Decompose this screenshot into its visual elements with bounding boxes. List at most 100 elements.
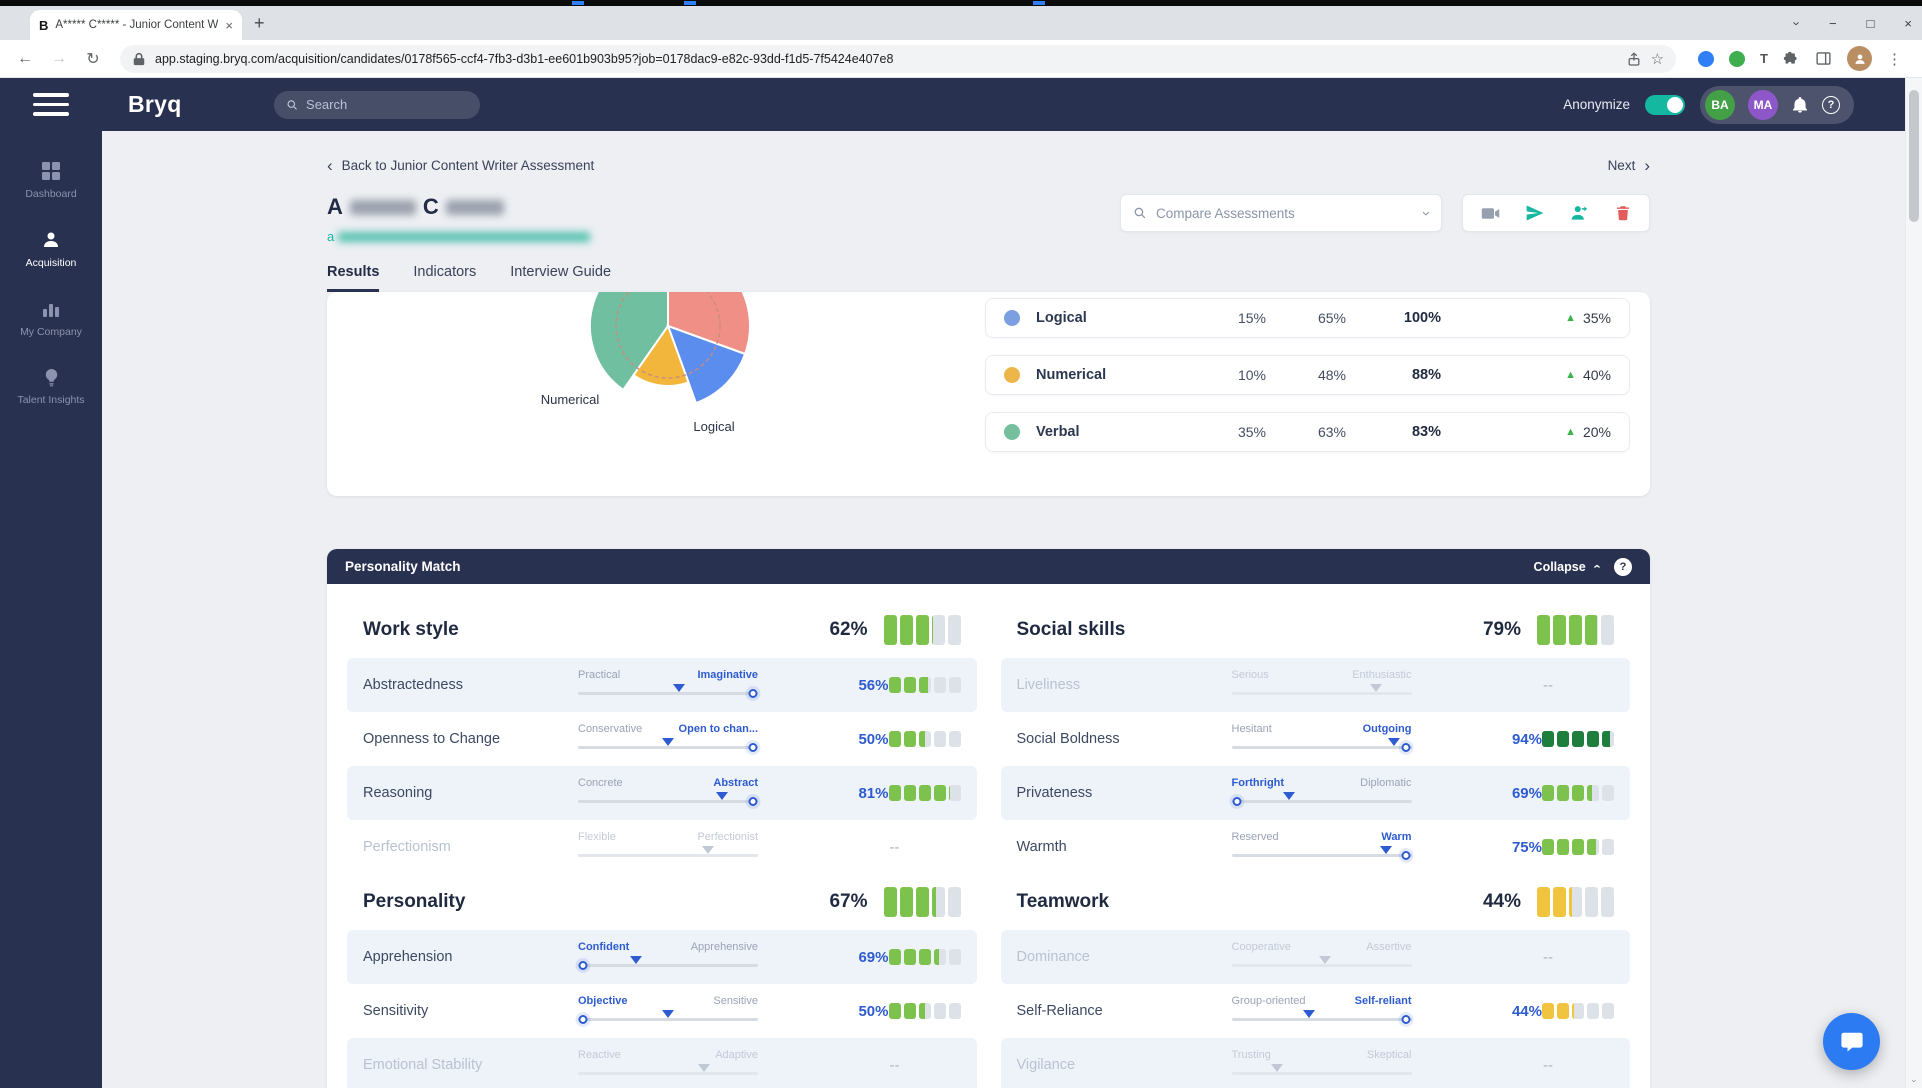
back-breadcrumb[interactable]: ‹ Back to Junior Content Writer Assessme… xyxy=(327,157,594,174)
trait-left-label: Serious xyxy=(1231,668,1269,681)
sidebar-item-label: My Company xyxy=(20,326,82,338)
match-bar-segment xyxy=(903,677,916,693)
trait-row: Liveliness Serious Enthusiastic -- xyxy=(1000,658,1630,712)
score-row: Numerical 10% 48% 88% ▲ 40% xyxy=(985,355,1630,395)
sidebar-item-dashboard[interactable]: Dashboard xyxy=(0,161,102,200)
user-pill: BA MA ? xyxy=(1700,85,1854,124)
section-bars xyxy=(1537,887,1614,917)
trait-right-label: Outgoing xyxy=(1362,722,1412,735)
slider-track xyxy=(578,963,758,967)
trait-bars xyxy=(1542,731,1614,747)
browser-back-icon[interactable]: ← xyxy=(10,50,40,68)
match-bar-segment xyxy=(948,785,961,801)
intercom-chat-launcher[interactable] xyxy=(1823,1013,1880,1070)
match-bar-segment xyxy=(1557,839,1569,855)
browser-tab[interactable]: B A***** C***** - Junior Content W × xyxy=(30,10,242,40)
extension-icon-blue[interactable] xyxy=(1698,50,1715,67)
window-close-icon[interactable]: × xyxy=(1904,16,1912,31)
extension-icon-green[interactable] xyxy=(1729,50,1746,67)
match-bar-segment xyxy=(883,615,897,645)
match-bar-segment xyxy=(888,731,901,747)
tab-results[interactable]: Results xyxy=(327,264,380,292)
next-candidate-button[interactable]: Next › xyxy=(1608,157,1650,174)
tab-search-icon[interactable]: › xyxy=(1789,21,1804,25)
personality-section-header: Work style 62% xyxy=(347,602,977,658)
browser-profile-avatar[interactable] xyxy=(1847,46,1872,71)
slider-track xyxy=(1231,799,1412,803)
trait-slider: Reserved Warm xyxy=(1231,831,1412,864)
send-assessment-button[interactable] xyxy=(1525,203,1545,223)
avatar[interactable]: BA xyxy=(1705,89,1735,120)
extension-icon-t[interactable]: T xyxy=(1760,51,1768,66)
extensions-puzzle-icon[interactable] xyxy=(1783,50,1800,67)
sidebar-item-talent-insights[interactable]: Talent Insights xyxy=(0,368,102,406)
match-bar-segment xyxy=(888,1003,901,1019)
match-bar-segment xyxy=(1542,731,1554,747)
compare-assessments-dropdown[interactable]: Compare Assessments › xyxy=(1120,194,1442,232)
score-value-3: 83% xyxy=(1411,424,1441,440)
back-chevron-icon: ‹ xyxy=(327,156,333,175)
trait-row: Self-Reliance Group-oriented Self-relian… xyxy=(1001,984,1631,1038)
hamburger-menu-icon[interactable] xyxy=(0,78,102,131)
anonymize-toggle[interactable] xyxy=(1645,94,1685,115)
help-icon[interactable]: ? xyxy=(1822,95,1840,114)
window-maximize-icon[interactable]: □ xyxy=(1867,16,1875,31)
trait-slider: Trusting Skeptical xyxy=(1231,1049,1412,1082)
tab-interview-guide[interactable]: Interview Guide xyxy=(510,264,611,292)
section-score: 62% xyxy=(829,619,868,640)
address-bar[interactable]: app.staging.bryq.com/acquisition/candida… xyxy=(120,44,1677,73)
notifications-bell-icon[interactable] xyxy=(1791,96,1809,114)
search-input[interactable] xyxy=(306,97,468,112)
trait-right-label: Self-reliant xyxy=(1354,994,1412,1007)
tab-close-icon[interactable]: × xyxy=(225,19,233,32)
match-bar-segment xyxy=(1585,615,1598,645)
brand-logo[interactable]: Bryq xyxy=(128,91,182,118)
trait-right-label: Apprehensive xyxy=(690,940,758,953)
trait-row: Abstractedness Practical Imaginative 56% xyxy=(347,658,977,712)
score-value-2: 48% xyxy=(1317,367,1346,383)
browser-menu-icon[interactable]: ⋮ xyxy=(1887,50,1902,68)
trait-row: Reasoning Concrete Abstract 81% xyxy=(347,766,977,820)
trait-name: Abstractedness xyxy=(363,677,463,693)
match-bar-segment xyxy=(918,1003,931,1019)
bookmark-star-icon[interactable]: ☆ xyxy=(1651,50,1664,68)
slider-track xyxy=(1231,691,1412,695)
trait-row: Warmth Reserved Warm 75% xyxy=(1001,820,1631,874)
browser-forward-icon[interactable]: → xyxy=(44,50,74,68)
trait-bars xyxy=(1542,1003,1614,1019)
global-search[interactable] xyxy=(273,90,480,119)
candidate-marker xyxy=(701,845,714,854)
lock-icon xyxy=(133,52,145,65)
page-scrollbar[interactable]: › xyxy=(1905,78,1922,1088)
sidebar-item-my-company[interactable]: My Company xyxy=(0,299,102,338)
target-marker xyxy=(748,796,758,806)
delete-candidate-button[interactable] xyxy=(1614,204,1632,222)
sidebar-item-acquisition[interactable]: Acquisition xyxy=(0,230,102,269)
score-value-2: 63% xyxy=(1317,424,1346,440)
browser-reload-icon[interactable]: ↻ xyxy=(78,49,108,69)
candidate-first-initial: A xyxy=(327,194,343,219)
scrollbar-thumb[interactable] xyxy=(1909,90,1919,222)
new-tab-button[interactable]: + xyxy=(254,13,265,34)
browser-toolbar: ← → ↻ app.staging.bryq.com/acquisition/c… xyxy=(0,40,1922,78)
compare-placeholder: Compare Assessments xyxy=(1156,205,1295,221)
window-minimize-icon[interactable]: − xyxy=(1829,16,1837,31)
share-icon[interactable] xyxy=(1626,51,1642,67)
collapse-button[interactable]: Collapse › xyxy=(1534,559,1604,574)
match-bar-segment xyxy=(1587,839,1599,855)
video-interview-button[interactable] xyxy=(1480,203,1501,224)
tab-indicators[interactable]: Indicators xyxy=(413,264,476,292)
score-name: Logical xyxy=(1036,310,1087,326)
reassign-candidate-button[interactable] xyxy=(1569,203,1590,224)
trait-right-label: Perfectionist xyxy=(697,830,758,843)
trait-value: -- xyxy=(1543,1056,1553,1074)
match-bar-segment xyxy=(948,949,961,965)
trait-slider: Hesitant Outgoing xyxy=(1231,722,1412,756)
side-panel-icon[interactable] xyxy=(1815,50,1832,67)
personality-help-icon[interactable]: ? xyxy=(1614,557,1632,576)
trait-slider: Group-oriented Self-reliant xyxy=(1231,994,1412,1028)
candidate-marker xyxy=(1387,737,1400,746)
scroll-down-icon[interactable]: › xyxy=(1910,1073,1920,1088)
candidate-email[interactable]: a xyxy=(327,229,591,244)
avatar[interactable]: MA xyxy=(1748,89,1778,120)
